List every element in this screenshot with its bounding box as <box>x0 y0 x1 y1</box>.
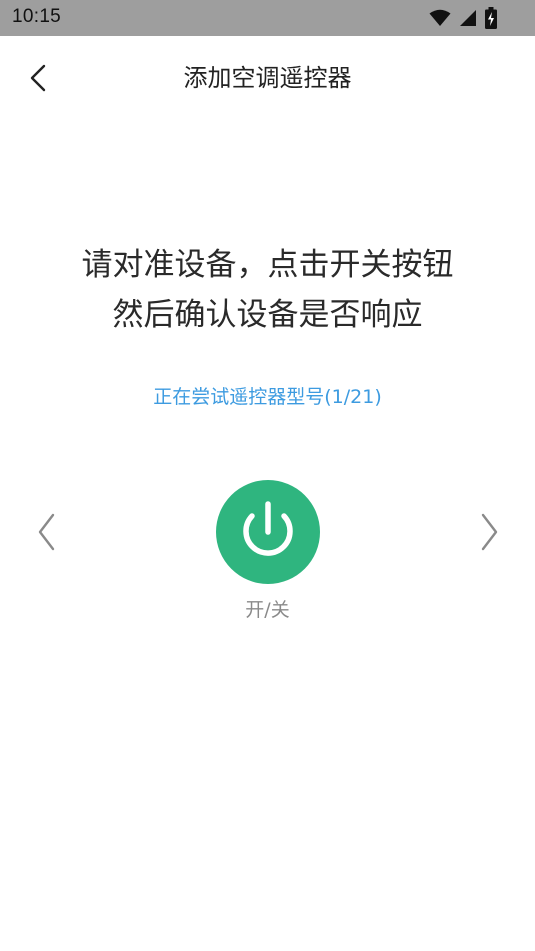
page-title: 添加空调遥控器 <box>183 64 352 92</box>
status-time: 10:15 <box>12 6 62 27</box>
power-button-label: 开/关 <box>245 599 290 621</box>
wifi-icon <box>429 9 451 27</box>
chevron-left-icon <box>38 513 55 551</box>
cell-signal-icon <box>459 9 477 27</box>
power-button[interactable] <box>216 480 320 584</box>
previous-model-button[interactable] <box>32 510 62 554</box>
power-icon <box>243 501 293 556</box>
instruction-line-2: 然后确认设备是否响应 <box>112 297 423 333</box>
trying-model-text: 正在尝试遥控器型号(1/21) <box>153 386 382 408</box>
battery-charging-icon <box>485 7 497 29</box>
instruction-line-1: 请对准设备，点击开关按钮 <box>81 247 454 283</box>
nav-bar: 添加空调遥控器 <box>0 36 535 118</box>
next-model-button[interactable] <box>474 510 504 554</box>
chevron-right-icon <box>481 513 498 551</box>
status-bar: 10:15 <box>0 0 535 36</box>
status-icons <box>429 7 497 29</box>
instruction-text: 请对准设备，点击开关按钮 然后确认设备是否响应 <box>0 240 535 340</box>
